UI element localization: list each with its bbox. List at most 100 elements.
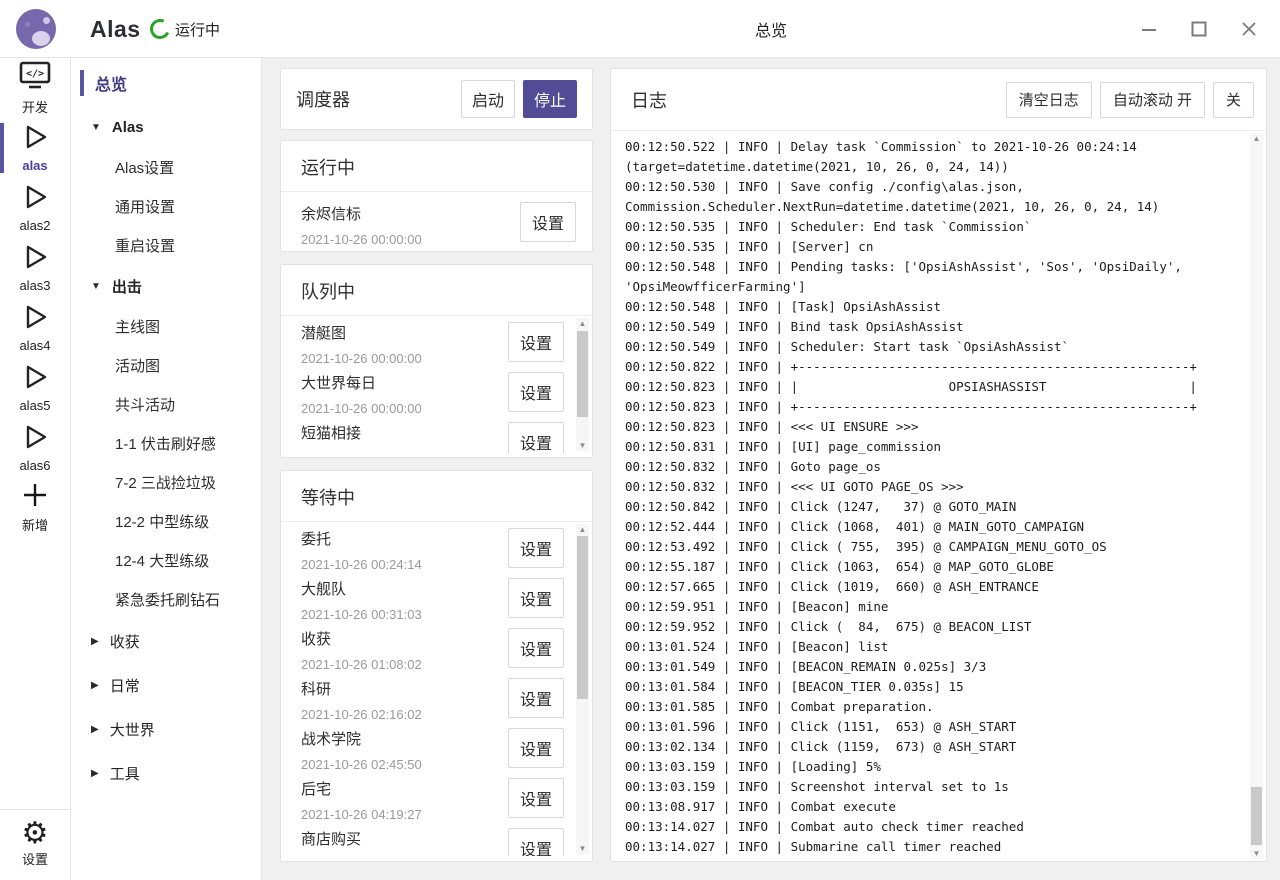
rail-item-add[interactable]: 新增 — [0, 478, 70, 538]
log-line: 00:12:50.548 | INFO | [Task] OpsiAshAssi… — [625, 297, 1236, 317]
rail-item-alas3[interactable]: alas3 — [0, 238, 70, 298]
scroll-up-icon[interactable]: ▲ — [576, 524, 589, 535]
rail-item-dev[interactable]: </> 开发 — [0, 58, 70, 118]
run-status: 运行中 — [150, 0, 220, 58]
scroll-down-icon[interactable]: ▼ — [1250, 848, 1263, 859]
log-line: 00:12:50.535 | INFO | Scheduler: End tas… — [625, 217, 1236, 237]
log-line: 00:12:50.549 | INFO | Bind task OpsiAshA… — [625, 317, 1236, 337]
log-line: 00:12:59.952 | INFO | Click ( 84, 675) @… — [625, 617, 1236, 637]
scroll-thumb[interactable] — [577, 331, 588, 417]
menu-item-main-map[interactable]: 主线图 — [71, 307, 261, 346]
queued-scrollbar[interactable]: ▲ ▼ — [576, 318, 589, 451]
spinner-icon — [147, 16, 173, 42]
task-setting-button[interactable]: 设置 — [508, 322, 564, 362]
scheduler-title: 调度器 — [296, 86, 350, 112]
task-row: 委托 2021-10-26 00:24:14 设置 — [281, 522, 592, 572]
scroll-down-icon[interactable]: ▼ — [576, 843, 589, 854]
start-button[interactable]: 启动 — [461, 80, 515, 118]
menu-item-7-2[interactable]: 7-2 三战捡垃圾 — [71, 463, 261, 502]
menu-section-alas[interactable]: ▼ Alas — [71, 106, 261, 148]
scroll-down-icon[interactable]: ▼ — [576, 440, 589, 451]
app-logo-icon — [16, 9, 56, 49]
log-line: 00:12:50.530 | INFO | Save config ./conf… — [625, 177, 1236, 197]
menu-item-12-2[interactable]: 12-2 中型练级 — [71, 502, 261, 541]
menu-section-daily[interactable]: ▶ 日常 — [71, 663, 261, 707]
menu-section-attack[interactable]: ▼ 出击 — [71, 265, 261, 307]
log-line: 00:12:50.549 | INFO | Scheduler: Start t… — [625, 337, 1236, 357]
task-setting-button[interactable]: 设置 — [508, 422, 564, 453]
task-setting-button[interactable]: 设置 — [508, 778, 564, 818]
rail-item-alas2[interactable]: alas2 — [0, 178, 70, 238]
rail-item-alas6[interactable]: alas6 — [0, 418, 70, 478]
log-scrollbar[interactable]: ▲ ▼ — [1250, 133, 1263, 859]
scroll-up-icon[interactable]: ▲ — [1250, 133, 1263, 144]
menu-item-12-4[interactable]: 12-4 大型练级 — [71, 541, 261, 580]
task-setting-button[interactable]: 设置 — [508, 728, 564, 768]
task-row: 大舰队 2021-10-26 00:31:03 设置 — [281, 572, 592, 622]
menu-section-label: 日常 — [110, 675, 140, 696]
chevron-right-icon: ▶ — [91, 724, 99, 735]
rail-item-label: alas2 — [19, 218, 50, 233]
scroll-up-icon[interactable]: ▲ — [576, 318, 589, 329]
task-row: 余烬信标 2021-10-26 00:00:00 设置 — [281, 192, 592, 252]
instance-rail: </> 开发 alas alas2 alas3 alas4 alas5 — [0, 58, 71, 880]
waiting-list: 委托 2021-10-26 00:24:14 设置 大舰队 2021-10-26… — [281, 522, 592, 856]
log-line: Commission.Scheduler.NextRun=datetime.da… — [625, 197, 1236, 217]
task-setting-button[interactable]: 设置 — [520, 202, 576, 242]
task-row: 科研 2021-10-26 02:16:02 设置 — [281, 672, 592, 722]
rail-item-alas[interactable]: alas — [0, 118, 70, 178]
rail-item-alas5[interactable]: alas5 — [0, 358, 70, 418]
queued-title: 队列中 — [281, 265, 592, 316]
menu-section-label: 工具 — [110, 763, 140, 784]
task-row: 潜艇图 2021-10-26 00:00:00 设置 — [281, 316, 592, 366]
clear-log-button[interactable]: 清空日志 — [1006, 82, 1092, 118]
menu-item-restart-settings[interactable]: 重启设置 — [71, 226, 261, 265]
task-setting-button[interactable]: 设置 — [508, 828, 564, 856]
menu-section-tools[interactable]: ▶ 工具 — [71, 751, 261, 795]
chevron-right-icon: ▶ — [91, 680, 99, 691]
menu-item-coalition[interactable]: 共斗活动 — [71, 385, 261, 424]
minimize-button[interactable] — [1140, 20, 1158, 38]
menu-section-label: 出击 — [112, 276, 142, 297]
stop-button[interactable]: 停止 — [523, 80, 577, 118]
scheduler-card: 调度器 启动 停止 — [280, 68, 593, 130]
scroll-thumb[interactable] — [1251, 787, 1262, 845]
rail-item-settings[interactable]: ⚙ 设置 — [0, 809, 70, 876]
autoscroll-toggle-button[interactable]: 自动滚动 开 — [1100, 82, 1205, 118]
log-off-button[interactable]: 关 — [1213, 82, 1254, 118]
menu-section-opsi[interactable]: ▶ 大世界 — [71, 707, 261, 751]
menu-section-reward[interactable]: ▶ 收获 — [71, 619, 261, 663]
log-line: 00:13:01.549 | INFO | [BEACON_REMAIN 0.0… — [625, 657, 1236, 677]
menu-item-alas-settings[interactable]: Alas设置 — [71, 148, 261, 187]
log-line: 00:13:14.027 | INFO | Submarine call tim… — [625, 837, 1236, 857]
page-title: 总览 — [755, 0, 787, 58]
task-row: 大世界每日 2021-10-26 00:00:00 设置 — [281, 366, 592, 416]
chevron-down-icon: ▼ — [91, 122, 101, 133]
log-line: 00:13:01.584 | INFO | [BEACON_TIER 0.035… — [625, 677, 1236, 697]
menu-item-event-map[interactable]: 活动图 — [71, 346, 261, 385]
menu-section-label: 收获 — [110, 631, 140, 652]
log-line: 00:12:50.822 | INFO | +-----------------… — [625, 357, 1236, 377]
menu-item-urgent-commission[interactable]: 紧急委托刷钻石 — [71, 580, 261, 619]
window-controls — [1140, 0, 1258, 58]
log-title: 日志 — [631, 87, 667, 113]
maximize-button[interactable] — [1190, 20, 1208, 38]
task-setting-button[interactable]: 设置 — [508, 372, 564, 412]
task-setting-button[interactable]: 设置 — [508, 578, 564, 618]
queued-card: 队列中 潜艇图 2021-10-26 00:00:00 设置 大世界每日 202… — [280, 264, 593, 458]
rail-item-alas4[interactable]: alas4 — [0, 298, 70, 358]
task-setting-button[interactable]: 设置 — [508, 628, 564, 668]
task-setting-button[interactable]: 设置 — [508, 678, 564, 718]
task-setting-button[interactable]: 设置 — [508, 528, 564, 568]
scroll-thumb[interactable] — [577, 536, 588, 699]
dev-icon: </> — [18, 60, 52, 95]
side-menu: 总览 ▼ Alas Alas设置 通用设置 重启设置 ▼ 出击 主线图 活动图 … — [71, 58, 262, 880]
rail-item-label: 开发 — [22, 97, 48, 116]
close-button[interactable] — [1240, 20, 1258, 38]
menu-item-overview[interactable]: 总览 — [71, 66, 261, 100]
rail-item-label: alas5 — [19, 398, 50, 413]
menu-item-general-settings[interactable]: 通用设置 — [71, 187, 261, 226]
waiting-scrollbar[interactable]: ▲ ▼ — [576, 524, 589, 854]
menu-item-1-1[interactable]: 1-1 伏击刷好感 — [71, 424, 261, 463]
log-line: 00:12:57.665 | INFO | Click (1019, 660) … — [625, 577, 1236, 597]
